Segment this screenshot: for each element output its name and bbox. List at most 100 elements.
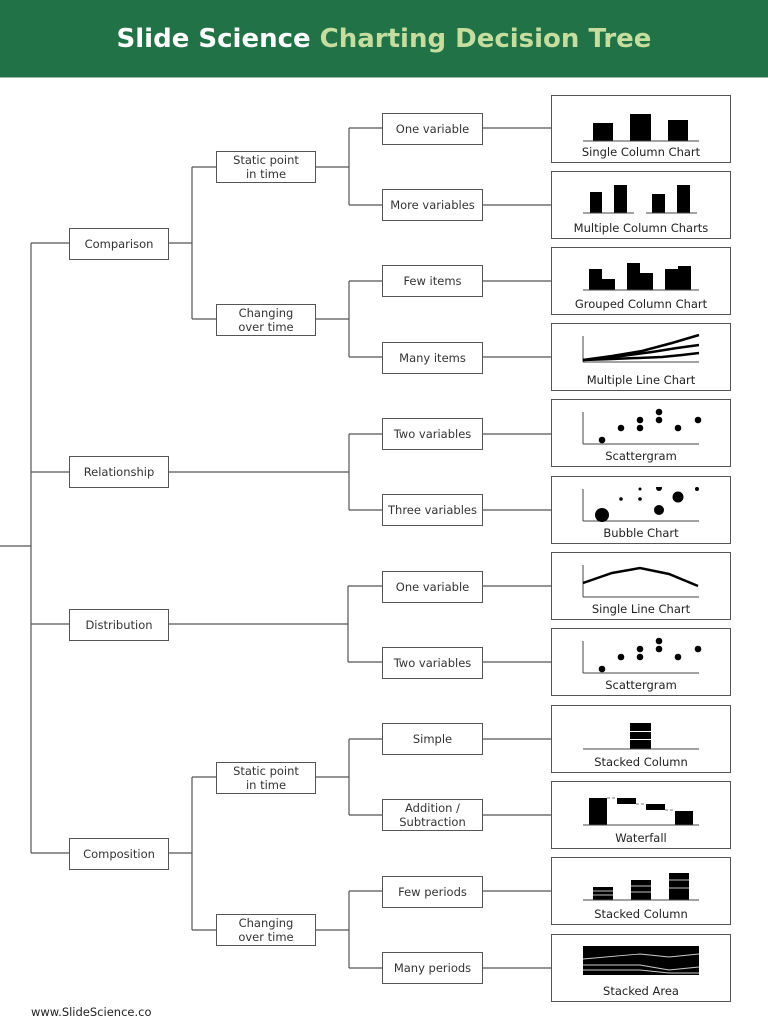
icon-bubble — [638, 497, 642, 501]
icon-bar — [652, 194, 665, 213]
option-addition-subtraction: Addition / Subtraction — [382, 799, 483, 831]
chart-card-single-line: Single Line Chart — [551, 552, 731, 620]
icon-bubble — [672, 491, 684, 503]
category-comparison: Comparison — [69, 228, 169, 260]
icon-dot — [598, 436, 606, 444]
icon-bar — [640, 273, 653, 290]
option-one-variable: One variable — [382, 113, 483, 145]
icon-bar — [590, 192, 602, 213]
chart-card-bubble: Bubble Chart — [551, 476, 731, 544]
node-label: Changing over time — [238, 306, 294, 334]
node-label: Two variables — [393, 656, 472, 670]
node-label: Comparison — [84, 237, 154, 251]
node-label: Distribution — [85, 618, 153, 632]
node-label: One variable — [395, 580, 470, 594]
option-more-variables: More variables — [382, 189, 483, 221]
node-label: Many items — [399, 351, 466, 365]
chart-caption: Bubble Chart — [603, 526, 679, 540]
chart-card-scattergram: Scattergram — [551, 628, 731, 696]
icon-dot — [598, 665, 606, 673]
node-label: Many periods — [393, 961, 472, 975]
chart-card-multiple-line: Multiple Line Chart — [551, 323, 731, 391]
icon-area — [583, 946, 699, 975]
icon-segment — [630, 732, 651, 739]
icon-dot — [674, 653, 682, 661]
icon-dot — [655, 645, 663, 653]
option-two-variables: Two variables — [382, 418, 483, 450]
node-label: Few periods — [398, 885, 467, 899]
option-simple: Simple — [382, 723, 483, 755]
chart-caption: Multiple Column Charts — [573, 221, 709, 235]
option-three-variables: Three variables — [382, 494, 483, 526]
option-few-items: Few items — [382, 265, 483, 297]
footer-url[interactable]: www.SlideScience.co — [31, 1005, 151, 1019]
node-label: Composition — [83, 847, 155, 861]
category-distribution: Distribution — [69, 609, 169, 641]
chart-caption: Stacked Column — [594, 755, 688, 769]
chart-card-grouped-column: Grouped Column Chart — [551, 247, 731, 315]
node-label: Few items — [403, 274, 462, 288]
icon-segment — [630, 723, 651, 731]
icon-bar — [677, 185, 690, 213]
icon-bar — [602, 279, 615, 290]
branch-comparison-static: Static point in time — [216, 151, 316, 183]
icon-bar — [589, 798, 607, 825]
chart-caption: Single Line Chart — [591, 602, 691, 616]
icon-bubble — [654, 505, 664, 515]
icon-bubble — [695, 487, 699, 491]
icon-dot — [694, 416, 702, 424]
chart-card-stacked-column-single: Stacked Column — [551, 705, 731, 773]
icon-bar — [593, 887, 613, 900]
icon-bubble — [638, 487, 642, 491]
icon-dot — [694, 645, 702, 653]
icon-bar — [669, 873, 689, 900]
node-label: Three variables — [388, 503, 477, 517]
chart-card-single-column: Single Column Chart — [551, 95, 731, 163]
icon-dot — [655, 637, 663, 645]
chart-caption: Single Column Chart — [581, 145, 701, 159]
option-two-variables: Two variables — [382, 647, 483, 679]
icon-dot — [617, 653, 625, 661]
icon-bar — [678, 266, 691, 290]
icon-bar — [630, 114, 651, 141]
icon-bar — [675, 811, 693, 825]
icon-dot — [636, 416, 644, 424]
node-label: One variable — [395, 122, 470, 136]
icon-bar — [646, 804, 665, 810]
icon-bubble — [619, 497, 623, 501]
branch-comparison-changing: Changing over time — [216, 304, 316, 336]
node-label: Changing over time — [238, 916, 294, 944]
chart-card-stacked-area: Stacked Area — [551, 934, 731, 1002]
icon-bar — [668, 120, 688, 141]
option-one-variable: One variable — [382, 571, 483, 603]
icon-bubble — [595, 508, 609, 522]
option-few-periods: Few periods — [382, 876, 483, 908]
icon-segment — [630, 740, 651, 749]
chart-caption: Scattergram — [605, 678, 677, 692]
chart-caption: Scattergram — [605, 449, 677, 463]
icon-bar — [665, 269, 678, 290]
branch-composition-changing: Changing over time — [216, 914, 316, 946]
chart-caption: Stacked Area — [603, 984, 679, 998]
option-many-periods: Many periods — [382, 952, 483, 984]
icon-bar — [614, 185, 627, 213]
category-composition: Composition — [69, 838, 169, 870]
chart-card-stacked-column-multi: Stacked Column — [551, 857, 731, 925]
icon-dot — [655, 416, 663, 424]
icon-dot — [655, 408, 663, 416]
chart-caption: Multiple Line Chart — [586, 373, 696, 387]
chart-caption: Grouped Column Chart — [574, 297, 708, 311]
chart-card-waterfall: Waterfall — [551, 781, 731, 849]
chart-card-scattergram: Scattergram — [551, 399, 731, 467]
node-label: Simple — [412, 732, 453, 746]
node-label: More variables — [390, 198, 475, 212]
chart-card-multiple-column: Multiple Column Charts — [551, 171, 731, 239]
icon-bar — [631, 880, 651, 900]
icon-bar — [617, 798, 636, 804]
icon-dot — [636, 424, 644, 432]
icon-line — [582, 566, 699, 588]
node-label: Static point in time — [233, 153, 299, 181]
node-label: Static point in time — [233, 764, 299, 792]
icon-bar — [593, 123, 613, 141]
option-many-items: Many items — [382, 342, 483, 374]
